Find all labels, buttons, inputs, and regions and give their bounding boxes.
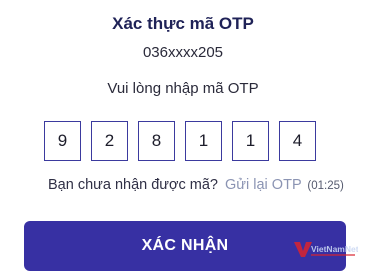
- resend-question: Bạn chưa nhận được mã?: [48, 177, 218, 193]
- otp-digit-3[interactable]: 8: [138, 121, 175, 161]
- resend-countdown: (01:25): [307, 180, 344, 192]
- resend-otp-link[interactable]: Gửi lại OTP: [225, 177, 301, 193]
- otp-instruction: Vui lòng nhập mã OTP: [107, 80, 259, 97]
- otp-digit-5[interactable]: 1: [232, 121, 269, 161]
- otp-digit-6[interactable]: 4: [279, 121, 316, 161]
- confirm-button[interactable]: XÁC NHẬN: [24, 221, 346, 271]
- otp-digit-2[interactable]: 2: [91, 121, 128, 161]
- otp-input-group: 9 2 8 1 1 4: [44, 121, 320, 163]
- page-title: Xác thực mã OTP: [112, 14, 254, 33]
- masked-phone-number: 036xxxx205: [142, 44, 224, 61]
- otp-digit-1[interactable]: 9: [44, 121, 81, 161]
- resend-row: Bạn chưa nhận được mã? Gửi lại OTP (01:2…: [48, 177, 358, 193]
- otp-digit-4[interactable]: 1: [185, 121, 222, 161]
